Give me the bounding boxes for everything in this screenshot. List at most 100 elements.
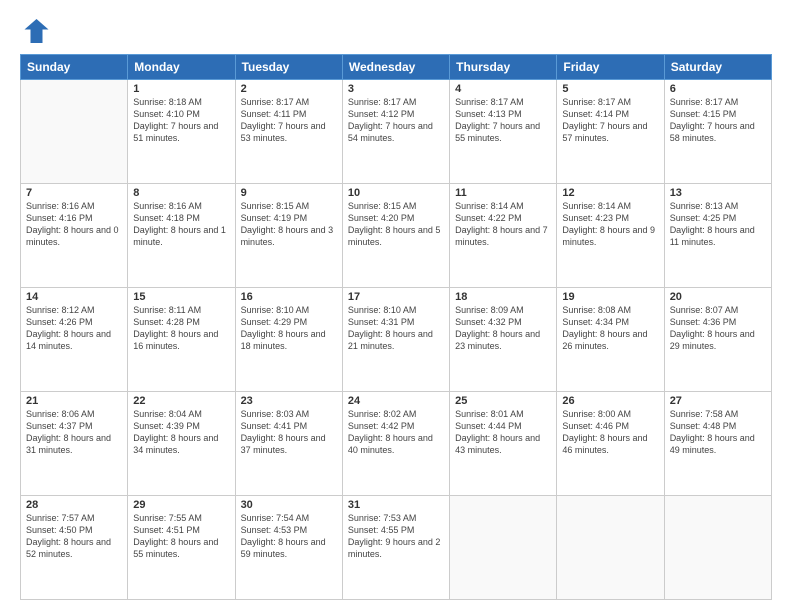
day-info: Sunrise: 8:17 AMSunset: 4:12 PMDaylight:…	[348, 96, 444, 145]
day-cell	[664, 496, 771, 600]
day-info: Sunrise: 8:17 AMSunset: 4:15 PMDaylight:…	[670, 96, 766, 145]
day-cell: 3Sunrise: 8:17 AMSunset: 4:12 PMDaylight…	[342, 80, 449, 184]
day-info: Sunrise: 8:02 AMSunset: 4:42 PMDaylight:…	[348, 408, 444, 457]
day-info: Sunrise: 8:17 AMSunset: 4:14 PMDaylight:…	[562, 96, 658, 145]
day-number: 18	[455, 291, 551, 303]
day-info: Sunrise: 8:16 AMSunset: 4:16 PMDaylight:…	[26, 200, 122, 249]
day-cell: 10Sunrise: 8:15 AMSunset: 4:20 PMDayligh…	[342, 184, 449, 288]
day-info: Sunrise: 8:18 AMSunset: 4:10 PMDaylight:…	[133, 96, 229, 145]
day-number: 5	[562, 83, 658, 95]
day-number: 1	[133, 83, 229, 95]
day-cell: 30Sunrise: 7:54 AMSunset: 4:53 PMDayligh…	[235, 496, 342, 600]
page: SundayMondayTuesdayWednesdayThursdayFrid…	[0, 0, 792, 612]
day-number: 29	[133, 499, 229, 511]
day-cell: 24Sunrise: 8:02 AMSunset: 4:42 PMDayligh…	[342, 392, 449, 496]
day-cell: 25Sunrise: 8:01 AMSunset: 4:44 PMDayligh…	[450, 392, 557, 496]
day-number: 2	[241, 83, 337, 95]
day-cell: 16Sunrise: 8:10 AMSunset: 4:29 PMDayligh…	[235, 288, 342, 392]
day-info: Sunrise: 7:58 AMSunset: 4:48 PMDaylight:…	[670, 408, 766, 457]
day-info: Sunrise: 8:15 AMSunset: 4:20 PMDaylight:…	[348, 200, 444, 249]
day-number: 30	[241, 499, 337, 511]
day-cell: 5Sunrise: 8:17 AMSunset: 4:14 PMDaylight…	[557, 80, 664, 184]
day-info: Sunrise: 8:16 AMSunset: 4:18 PMDaylight:…	[133, 200, 229, 249]
day-cell: 23Sunrise: 8:03 AMSunset: 4:41 PMDayligh…	[235, 392, 342, 496]
logo	[20, 16, 54, 46]
day-cell: 7Sunrise: 8:16 AMSunset: 4:16 PMDaylight…	[21, 184, 128, 288]
day-cell: 17Sunrise: 8:10 AMSunset: 4:31 PMDayligh…	[342, 288, 449, 392]
week-row-2: 14Sunrise: 8:12 AMSunset: 4:26 PMDayligh…	[21, 288, 772, 392]
day-number: 26	[562, 395, 658, 407]
day-info: Sunrise: 8:10 AMSunset: 4:31 PMDaylight:…	[348, 304, 444, 353]
day-cell: 19Sunrise: 8:08 AMSunset: 4:34 PMDayligh…	[557, 288, 664, 392]
day-cell: 13Sunrise: 8:13 AMSunset: 4:25 PMDayligh…	[664, 184, 771, 288]
day-cell	[450, 496, 557, 600]
day-cell: 8Sunrise: 8:16 AMSunset: 4:18 PMDaylight…	[128, 184, 235, 288]
day-info: Sunrise: 7:55 AMSunset: 4:51 PMDaylight:…	[133, 512, 229, 561]
day-info: Sunrise: 7:54 AMSunset: 4:53 PMDaylight:…	[241, 512, 337, 561]
day-cell: 14Sunrise: 8:12 AMSunset: 4:26 PMDayligh…	[21, 288, 128, 392]
day-number: 15	[133, 291, 229, 303]
day-info: Sunrise: 8:17 AMSunset: 4:11 PMDaylight:…	[241, 96, 337, 145]
day-info: Sunrise: 8:15 AMSunset: 4:19 PMDaylight:…	[241, 200, 337, 249]
day-info: Sunrise: 8:06 AMSunset: 4:37 PMDaylight:…	[26, 408, 122, 457]
day-number: 31	[348, 499, 444, 511]
day-number: 3	[348, 83, 444, 95]
day-info: Sunrise: 8:03 AMSunset: 4:41 PMDaylight:…	[241, 408, 337, 457]
day-number: 20	[670, 291, 766, 303]
day-cell: 2Sunrise: 8:17 AMSunset: 4:11 PMDaylight…	[235, 80, 342, 184]
day-number: 27	[670, 395, 766, 407]
day-cell: 18Sunrise: 8:09 AMSunset: 4:32 PMDayligh…	[450, 288, 557, 392]
day-info: Sunrise: 8:00 AMSunset: 4:46 PMDaylight:…	[562, 408, 658, 457]
day-number: 11	[455, 187, 551, 199]
day-number: 9	[241, 187, 337, 199]
header-row: SundayMondayTuesdayWednesdayThursdayFrid…	[21, 55, 772, 80]
day-cell: 15Sunrise: 8:11 AMSunset: 4:28 PMDayligh…	[128, 288, 235, 392]
day-cell	[21, 80, 128, 184]
day-info: Sunrise: 8:17 AMSunset: 4:13 PMDaylight:…	[455, 96, 551, 145]
day-info: Sunrise: 8:11 AMSunset: 4:28 PMDaylight:…	[133, 304, 229, 353]
day-cell: 22Sunrise: 8:04 AMSunset: 4:39 PMDayligh…	[128, 392, 235, 496]
day-info: Sunrise: 8:10 AMSunset: 4:29 PMDaylight:…	[241, 304, 337, 353]
day-number: 8	[133, 187, 229, 199]
day-cell: 29Sunrise: 7:55 AMSunset: 4:51 PMDayligh…	[128, 496, 235, 600]
day-info: Sunrise: 8:04 AMSunset: 4:39 PMDaylight:…	[133, 408, 229, 457]
day-number: 13	[670, 187, 766, 199]
day-info: Sunrise: 8:13 AMSunset: 4:25 PMDaylight:…	[670, 200, 766, 249]
week-row-1: 7Sunrise: 8:16 AMSunset: 4:16 PMDaylight…	[21, 184, 772, 288]
day-number: 4	[455, 83, 551, 95]
day-info: Sunrise: 8:14 AMSunset: 4:23 PMDaylight:…	[562, 200, 658, 249]
day-number: 6	[670, 83, 766, 95]
day-number: 19	[562, 291, 658, 303]
day-info: Sunrise: 8:08 AMSunset: 4:34 PMDaylight:…	[562, 304, 658, 353]
day-cell: 26Sunrise: 8:00 AMSunset: 4:46 PMDayligh…	[557, 392, 664, 496]
day-number: 14	[26, 291, 122, 303]
day-cell: 20Sunrise: 8:07 AMSunset: 4:36 PMDayligh…	[664, 288, 771, 392]
day-cell	[557, 496, 664, 600]
header	[20, 16, 772, 46]
day-header-friday: Friday	[557, 55, 664, 80]
day-info: Sunrise: 8:09 AMSunset: 4:32 PMDaylight:…	[455, 304, 551, 353]
day-number: 25	[455, 395, 551, 407]
day-info: Sunrise: 8:12 AMSunset: 4:26 PMDaylight:…	[26, 304, 122, 353]
day-info: Sunrise: 8:14 AMSunset: 4:22 PMDaylight:…	[455, 200, 551, 249]
day-number: 12	[562, 187, 658, 199]
day-info: Sunrise: 7:57 AMSunset: 4:50 PMDaylight:…	[26, 512, 122, 561]
day-cell: 28Sunrise: 7:57 AMSunset: 4:50 PMDayligh…	[21, 496, 128, 600]
day-info: Sunrise: 8:07 AMSunset: 4:36 PMDaylight:…	[670, 304, 766, 353]
calendar: SundayMondayTuesdayWednesdayThursdayFrid…	[20, 54, 772, 600]
day-header-monday: Monday	[128, 55, 235, 80]
day-number: 23	[241, 395, 337, 407]
day-cell: 27Sunrise: 7:58 AMSunset: 4:48 PMDayligh…	[664, 392, 771, 496]
day-info: Sunrise: 8:01 AMSunset: 4:44 PMDaylight:…	[455, 408, 551, 457]
week-row-4: 28Sunrise: 7:57 AMSunset: 4:50 PMDayligh…	[21, 496, 772, 600]
week-row-0: 1Sunrise: 8:18 AMSunset: 4:10 PMDaylight…	[21, 80, 772, 184]
day-cell: 1Sunrise: 8:18 AMSunset: 4:10 PMDaylight…	[128, 80, 235, 184]
day-header-wednesday: Wednesday	[342, 55, 449, 80]
day-number: 21	[26, 395, 122, 407]
day-header-thursday: Thursday	[450, 55, 557, 80]
day-number: 10	[348, 187, 444, 199]
day-header-saturday: Saturday	[664, 55, 771, 80]
day-cell: 11Sunrise: 8:14 AMSunset: 4:22 PMDayligh…	[450, 184, 557, 288]
logo-icon	[20, 16, 50, 46]
week-row-3: 21Sunrise: 8:06 AMSunset: 4:37 PMDayligh…	[21, 392, 772, 496]
